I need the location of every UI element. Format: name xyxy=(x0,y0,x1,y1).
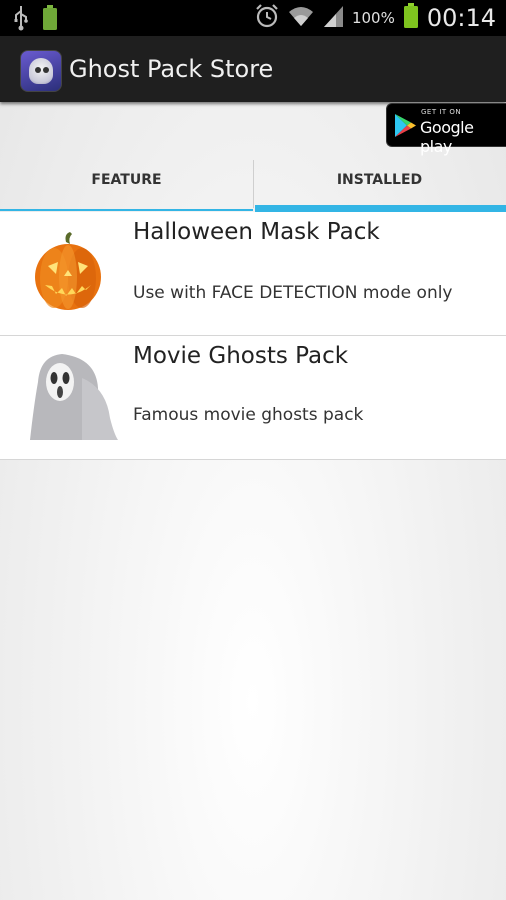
tab-feature-indicator xyxy=(0,209,253,211)
pack-list: Halloween Mask Pack Use with FACE DETECT… xyxy=(0,212,506,460)
list-item[interactable]: Movie Ghosts Pack Famous movie ghosts pa… xyxy=(0,336,506,460)
tab-bar: FEATURE INSTALLED xyxy=(0,156,506,212)
battery-full-icon xyxy=(42,5,58,35)
app-title: Ghost Pack Store xyxy=(69,55,274,83)
scream-ghost-icon xyxy=(22,348,122,448)
skull-icon xyxy=(29,58,53,84)
battery-percent: 100% xyxy=(351,9,395,27)
battery-icon xyxy=(403,3,419,33)
tab-feature[interactable]: FEATURE xyxy=(0,156,253,212)
pack-description: Famous movie ghosts pack xyxy=(133,405,364,425)
google-play-badge[interactable]: GET IT ON Google play xyxy=(386,103,506,156)
app-icon[interactable] xyxy=(20,50,62,92)
signal-icon xyxy=(322,4,344,32)
pack-title: Movie Ghosts Pack xyxy=(133,343,349,369)
clock: 00:14 xyxy=(426,4,496,32)
wifi-icon xyxy=(288,4,314,32)
tab-installed-indicator xyxy=(255,205,506,212)
tab-installed[interactable]: INSTALLED xyxy=(253,156,506,212)
play-badge-store-name: Google play xyxy=(420,118,474,156)
usb-icon xyxy=(12,5,30,35)
jack-o-lantern-icon xyxy=(18,230,118,330)
pack-description: Use with FACE DETECTION mode only xyxy=(133,283,453,303)
pack-title: Halloween Mask Pack xyxy=(133,219,380,245)
play-badge-caption: GET IT ON xyxy=(421,108,462,116)
action-bar: Ghost Pack Store xyxy=(0,36,506,102)
list-item[interactable]: Halloween Mask Pack Use with FACE DETECT… xyxy=(0,212,506,336)
alarm-icon xyxy=(254,3,280,33)
status-bar: 100% 00:14 xyxy=(0,0,506,36)
play-store-icon xyxy=(395,114,416,137)
